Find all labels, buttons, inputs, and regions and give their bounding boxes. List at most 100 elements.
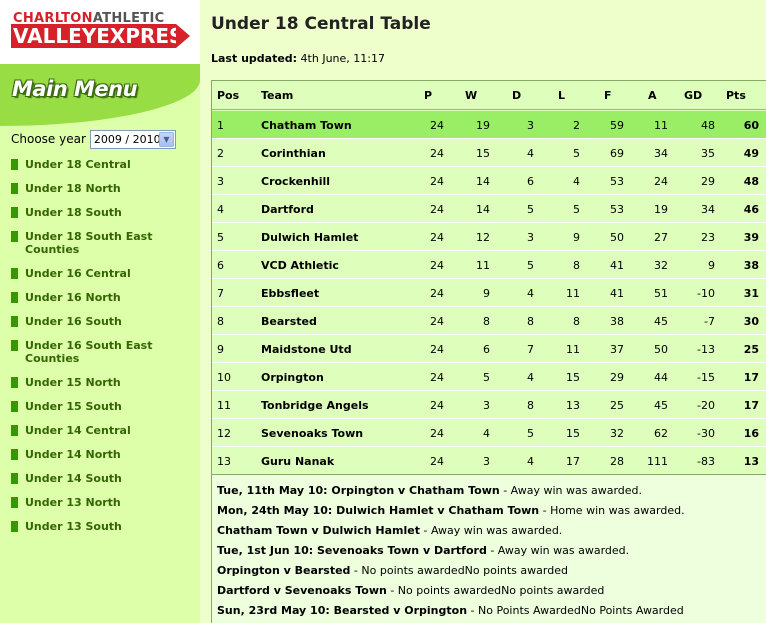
cell-against: 62	[654, 427, 668, 440]
bullet-icon	[11, 425, 18, 436]
result-note-outcome: - No Points AwardedNo Points Awarded	[467, 604, 684, 617]
bullet-icon	[11, 497, 18, 508]
sidebar-item-under-16-central[interactable]: Under 16 Central	[11, 267, 181, 280]
cell-team[interactable]: Tonbridge Angels	[261, 399, 369, 412]
cell-drawn: 5	[527, 259, 534, 272]
chevron-down-icon[interactable]: ▼	[158, 131, 174, 147]
result-note: Mon, 24th May 10: Dulwich Hamlet v Chath…	[217, 504, 685, 517]
cell-points: 31	[743, 287, 759, 300]
cell-team[interactable]: Corinthian	[261, 147, 326, 160]
cell-team[interactable]: Sevenoaks Town	[261, 427, 363, 440]
sidebar-item-under-14-north[interactable]: Under 14 North	[11, 448, 181, 461]
column-header-p: P	[424, 89, 433, 102]
sidebar-item-under-15-north[interactable]: Under 15 North	[11, 376, 181, 389]
sidebar-item-label: Under 13 South	[25, 520, 122, 533]
page-title: Under 18 Central Table	[211, 14, 431, 34]
cell-lost: 5	[573, 147, 580, 160]
bullet-icon	[11, 183, 18, 194]
result-note: Tue, 1st Jun 10: Sevenoaks Town v Dartfo…	[217, 544, 629, 557]
cell-lost: 8	[573, 315, 580, 328]
cell-drawn: 8	[527, 399, 534, 412]
column-header-l: L	[558, 89, 566, 102]
cell-points: 39	[743, 231, 759, 244]
last-updated-label: Last updated:	[211, 52, 298, 65]
cell-team[interactable]: Crockenhill	[261, 175, 330, 188]
bullet-icon	[11, 521, 18, 532]
cell-pos: 8	[217, 315, 224, 328]
sidebar-item-label: Under 16 North	[25, 291, 121, 304]
cell-team[interactable]: Guru Nanak	[261, 455, 334, 468]
cell-lost: 9	[573, 231, 580, 244]
cell-played: 24	[430, 371, 444, 384]
sidebar-item-label: Under 18 South	[25, 206, 122, 219]
cell-won: 8	[483, 315, 490, 328]
cell-won: 15	[476, 147, 490, 160]
cell-team[interactable]: Orpington	[261, 371, 324, 384]
cell-pos: 5	[217, 231, 224, 244]
cell-team[interactable]: Dartford	[261, 203, 314, 216]
cell-pos: 11	[217, 399, 231, 412]
column-header-a: A	[648, 89, 657, 102]
result-note-outcome: - No points awardedNo points awarded	[386, 584, 605, 597]
cell-against: 11	[654, 119, 668, 132]
bullet-icon	[11, 449, 18, 460]
sidebar-item-under-14-south[interactable]: Under 14 South	[11, 472, 181, 485]
cell-for: 69	[610, 147, 624, 160]
cell-team[interactable]: Dulwich Hamlet	[261, 231, 358, 244]
cell-team[interactable]: VCD Athletic	[261, 259, 339, 272]
sidebar-item-under-16-south[interactable]: Under 16 South	[11, 315, 181, 328]
sidebar-item-under-18-south-east-counties[interactable]: Under 18 South East Counties	[11, 230, 181, 256]
sidebar-item-under-13-north[interactable]: Under 13 North	[11, 496, 181, 509]
cell-won: 14	[476, 203, 490, 216]
cell-team[interactable]: Chatham Town	[261, 119, 352, 132]
sidebar-item-under-13-south[interactable]: Under 13 South	[11, 520, 181, 533]
sidebar-item-label: Under 18 Central	[25, 158, 131, 171]
cell-goal-diff: -30	[697, 427, 715, 440]
cell-lost: 2	[573, 119, 580, 132]
result-note-outcome: - Home win was awarded.	[539, 504, 685, 517]
cell-team[interactable]: Ebbsfleet	[261, 287, 319, 300]
cell-drawn: 4	[527, 287, 534, 300]
cell-won: 3	[483, 399, 490, 412]
sidebar-item-under-14-central[interactable]: Under 14 Central	[11, 424, 181, 437]
result-notes: Tue, 11th May 10: Orpington v Chatham To…	[212, 474, 766, 623]
sidebar-item-under-16-south-east-counties[interactable]: Under 16 South East Counties	[11, 339, 181, 365]
column-header-d: D	[512, 89, 522, 102]
sidebar-item-label: Under 14 Central	[25, 424, 131, 437]
cell-lost: 15	[566, 427, 580, 440]
cell-team[interactable]: Maidstone Utd	[261, 343, 352, 356]
cell-goal-diff: 35	[701, 147, 715, 160]
site-logo[interactable]: CHARLTONATHLETIC VALLEYEXPRESS	[9, 9, 197, 53]
cell-points: 48	[743, 175, 759, 188]
cell-pos: 9	[217, 343, 224, 356]
cell-drawn: 5	[527, 427, 534, 440]
cell-lost: 5	[573, 203, 580, 216]
main-content: Under 18 Central Table Last updated: 4th…	[200, 0, 766, 623]
logo-line2: VALLEYEXPRESS	[11, 24, 197, 48]
result-note-outcome: - No points awardedNo points awarded	[350, 564, 568, 577]
bullet-icon	[11, 401, 18, 412]
result-note-fixture: Tue, 11th May 10: Orpington v Chatham To…	[217, 484, 500, 497]
cell-goal-diff: 9	[708, 259, 715, 272]
sidebar-item-under-18-central[interactable]: Under 18 Central	[11, 158, 181, 171]
main-menu-title: Main Menu	[12, 77, 138, 101]
bullet-icon	[11, 340, 18, 351]
sidebar-item-under-15-south[interactable]: Under 15 South	[11, 400, 181, 413]
cell-drawn: 4	[527, 371, 534, 384]
bullet-icon	[11, 377, 18, 388]
cell-for: 29	[610, 371, 624, 384]
cell-against: 19	[654, 203, 668, 216]
result-note-fixture: Mon, 24th May 10: Dulwich Hamlet v Chath…	[217, 504, 540, 517]
cell-goal-diff: 29	[701, 175, 715, 188]
table-row: 10 Orpington 24 5 4 15 29 44 -15 17	[212, 363, 766, 391]
cell-lost: 11	[566, 287, 580, 300]
cell-pos: 1	[217, 119, 224, 132]
sidebar-item-under-16-north[interactable]: Under 16 North	[11, 291, 181, 304]
cell-team[interactable]: Bearsted	[261, 315, 317, 328]
cell-for: 41	[610, 259, 624, 272]
sidebar-item-label: Under 13 North	[25, 496, 121, 509]
cell-points: 60	[743, 119, 759, 132]
sidebar-item-under-18-north[interactable]: Under 18 North	[11, 182, 181, 195]
sidebar-item-under-18-south[interactable]: Under 18 South	[11, 206, 181, 219]
year-select[interactable]: 2009 / 2010 ▼	[89, 129, 176, 149]
